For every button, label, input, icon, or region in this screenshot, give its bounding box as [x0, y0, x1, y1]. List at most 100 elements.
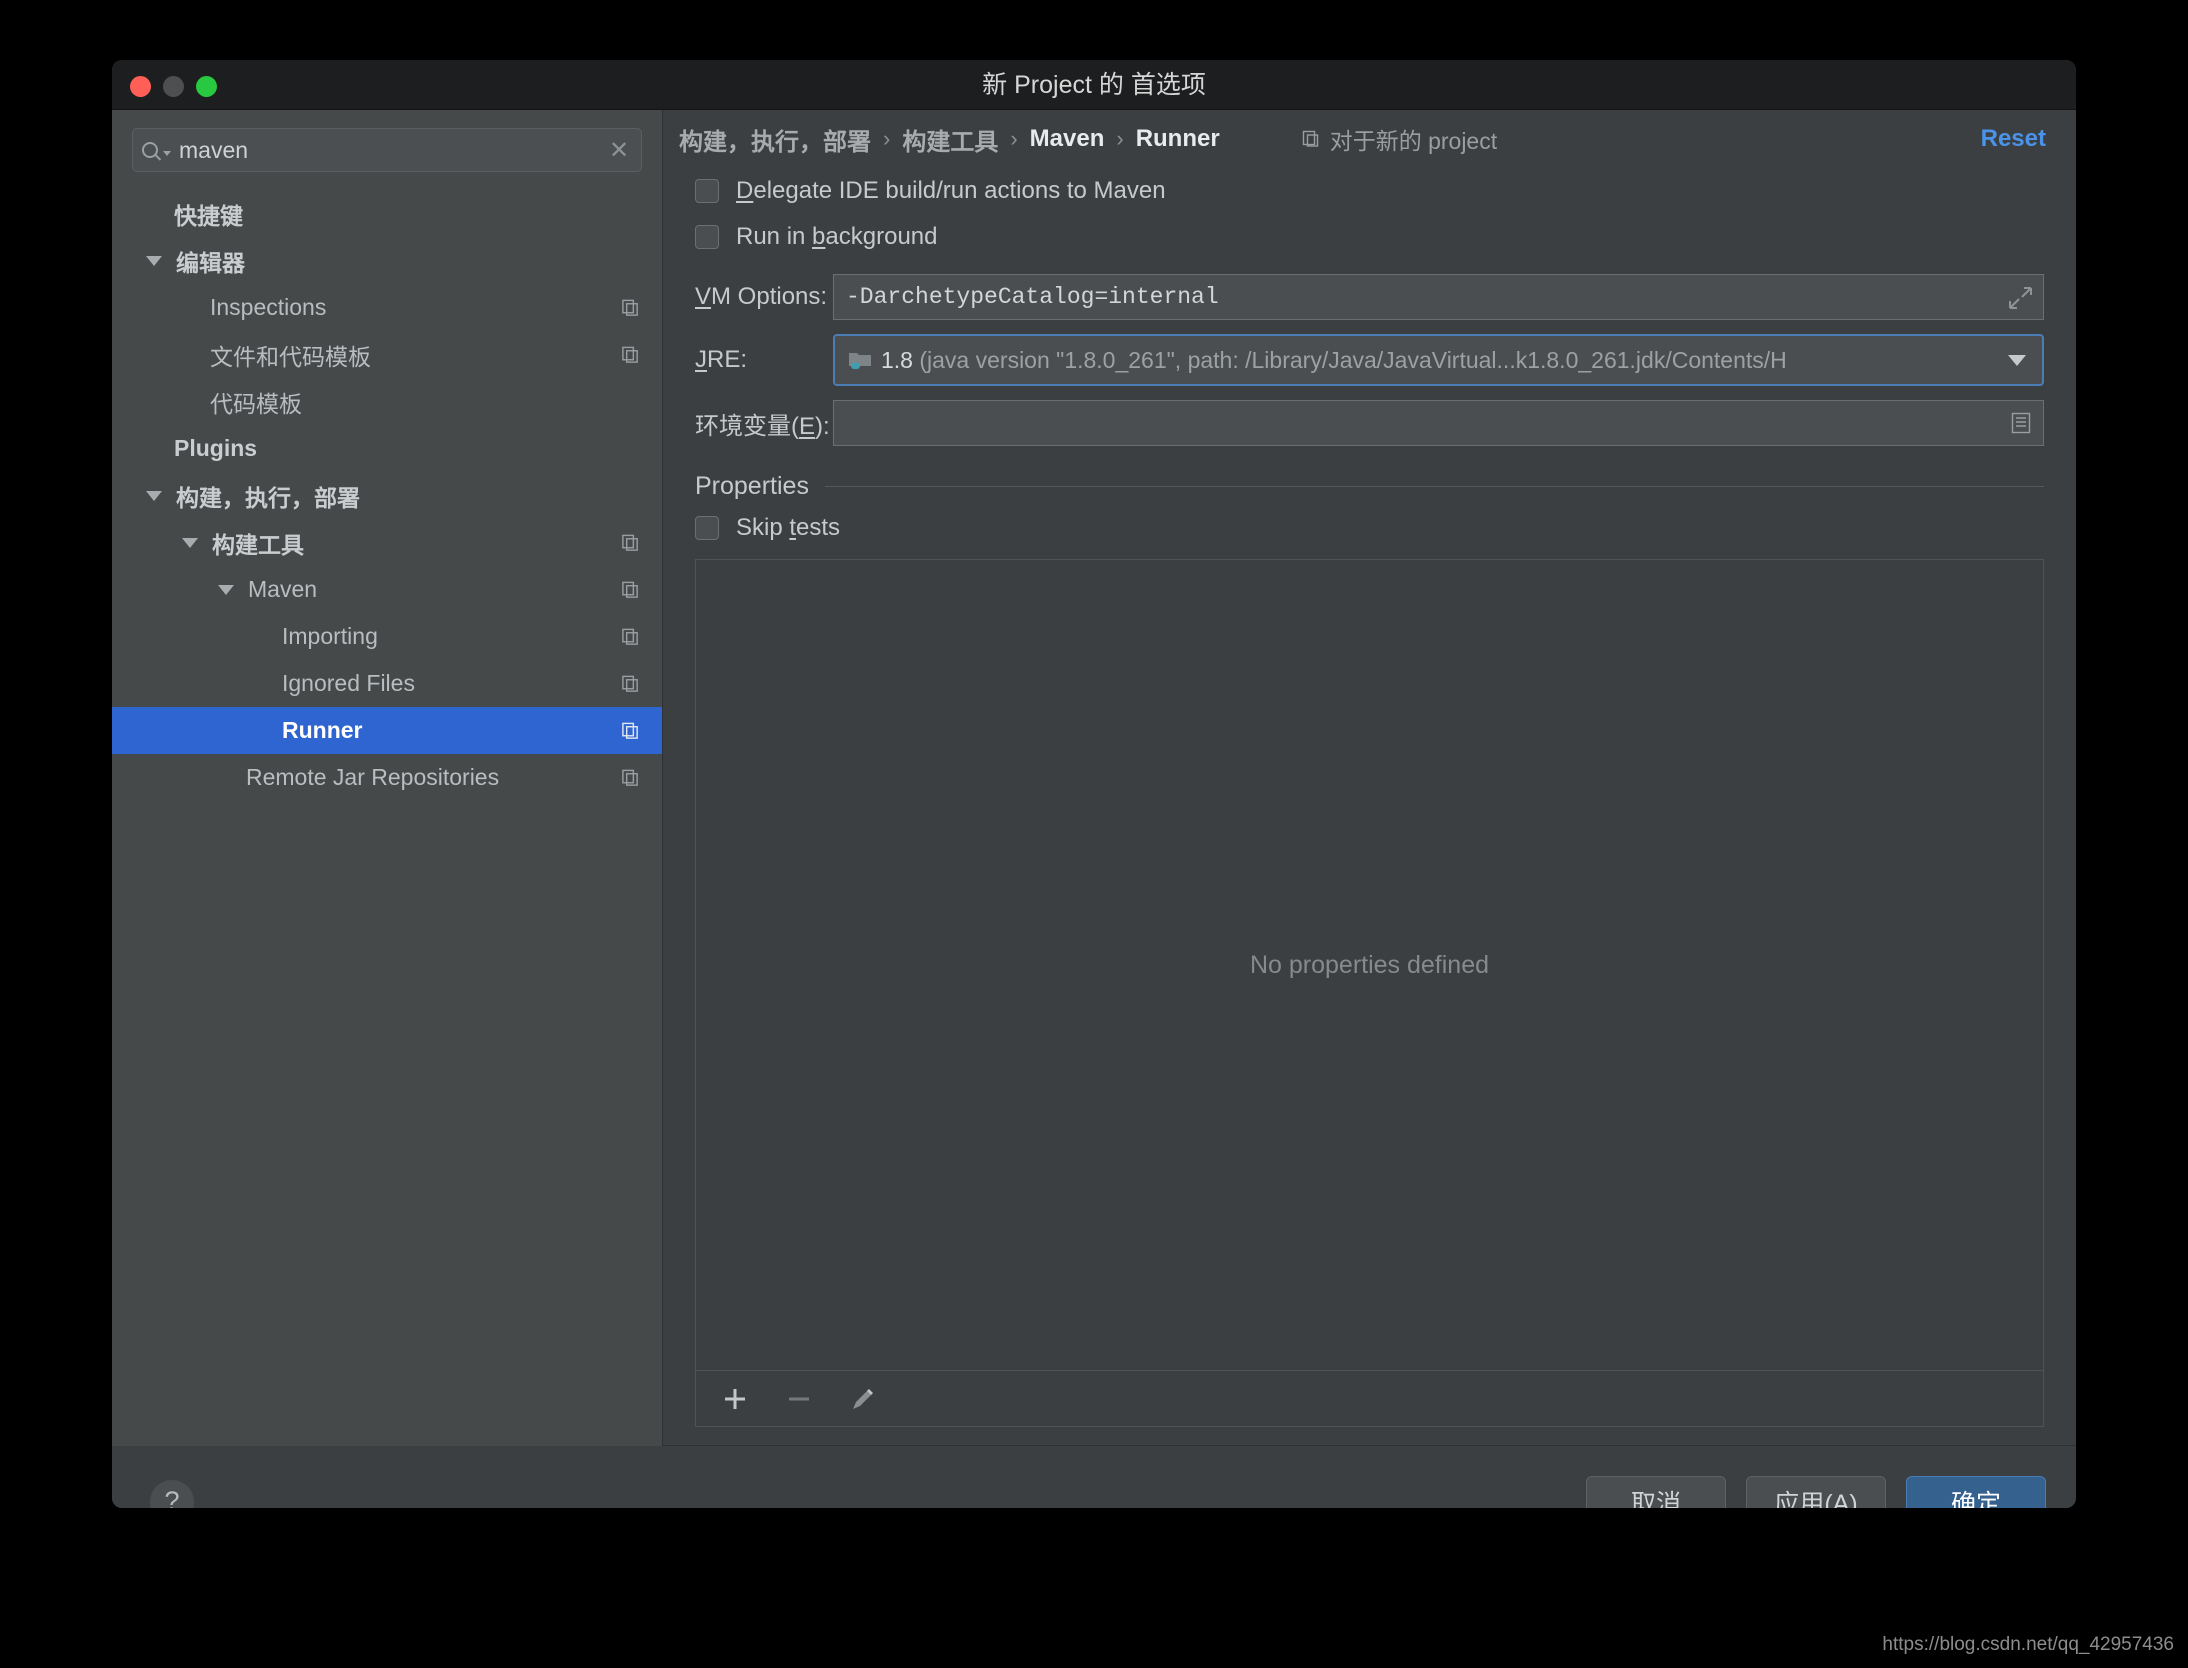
sidebar-item-label: Ignored Files	[282, 670, 415, 696]
properties-table: No properties defined	[695, 559, 2044, 1427]
list-icon[interactable]	[2009, 411, 2033, 435]
chevron-down-icon[interactable]	[146, 255, 162, 266]
sidebar-item-1[interactable]: 编辑器	[112, 237, 662, 284]
sidebar-item-2[interactable]: Inspections	[112, 284, 662, 331]
delegate-checkbox[interactable]	[695, 179, 719, 203]
dialog-body: maven ✕ 快捷键编辑器 Inspections 文件和代码模板 代码模板 Plug…	[112, 110, 2076, 1446]
delegate-checkbox-row[interactable]: Delegate IDE build/run actions to Maven	[695, 168, 2044, 214]
sidebar-item-label: Remote Jar Repositories	[246, 764, 500, 790]
add-property-button[interactable]	[718, 1382, 752, 1416]
expand-icon[interactable]	[2007, 285, 2033, 311]
properties-section-header: Properties	[695, 472, 2044, 501]
settings-content: Delegate IDE build/run actions to Maven …	[663, 168, 2076, 1445]
window-title: 新 Project 的 首选项	[982, 71, 1206, 99]
mnemonic-d: D	[736, 177, 754, 204]
sidebar-item-9[interactable]: Importing	[112, 613, 662, 660]
edit-property-button[interactable]	[846, 1382, 880, 1416]
sidebar-item-label: Importing	[282, 623, 378, 649]
title-bar: 新 Project 的 首选项	[112, 60, 2076, 110]
env-vars-row: 环境变量(E):	[695, 400, 2044, 446]
chevron-down-icon[interactable]	[146, 490, 162, 501]
copy-icon[interactable]	[621, 533, 640, 552]
jre-path: (java version "1.8.0_261", path: /Librar…	[919, 346, 1787, 373]
sidebar-item-10[interactable]: Ignored Files	[112, 660, 662, 707]
search-icon[interactable]	[133, 142, 179, 158]
search-input[interactable]: maven	[179, 137, 597, 164]
mnemonic-j: J	[695, 346, 707, 373]
settings-sidebar: maven ✕ 快捷键编辑器 Inspections 文件和代码模板 代码模板 Plug…	[112, 110, 663, 1446]
copy-icon	[1302, 130, 1318, 147]
vm-options-row: VM Options: -DarchetypeCatalog=internal	[695, 274, 2044, 320]
breadcrumb-item-0[interactable]: 构建，执行，部署	[673, 122, 877, 157]
search-container: maven ✕	[112, 110, 662, 182]
search-box[interactable]: maven ✕	[132, 128, 642, 172]
sidebar-item-6[interactable]: 构建，执行，部署	[112, 472, 662, 519]
sidebar-item-label: 编辑器	[176, 249, 245, 276]
delegate-checkbox-label: Delegate IDE build/run actions to Maven	[736, 177, 1166, 204]
ok-button[interactable]: 确定	[1906, 1475, 2046, 1508]
plus-icon	[725, 1388, 745, 1409]
copy-icon[interactable]	[621, 580, 640, 599]
breadcrumb-item-2[interactable]: Maven	[1024, 125, 1111, 153]
copy-icon[interactable]	[621, 721, 640, 740]
jre-row: JRE: 1.8 (java version "1.8.0_261", path…	[695, 334, 2044, 386]
jre-dropdown[interactable]: 1.8 (java version "1.8.0_261", path: /Li…	[833, 334, 2044, 386]
dialog-actions: 取消 应用(A) 确定	[1586, 1475, 2046, 1508]
settings-main-panel: 构建，执行，部署 › 构建工具 › Maven › Runner 对于新的 pr…	[663, 110, 2076, 1446]
copy-icon[interactable]	[621, 674, 640, 693]
env-vars-label: 环境变量(E):	[695, 412, 830, 440]
minus-icon	[789, 1397, 809, 1400]
scope-indicator: 对于新的 project	[1301, 122, 1497, 156]
run-in-background-label: Run in background	[736, 223, 938, 250]
reset-link[interactable]: Reset	[1981, 125, 2046, 153]
breadcrumb-separator: ›	[883, 126, 891, 151]
jre-label: JRE:	[695, 346, 748, 373]
sidebar-item-3[interactable]: 文件和代码模板	[112, 331, 662, 378]
remove-property-button[interactable]	[782, 1382, 816, 1416]
sidebar-item-label: 快捷键	[174, 202, 243, 229]
sidebar-item-8[interactable]: Maven	[112, 566, 662, 613]
breadcrumb-item-1[interactable]: 构建工具	[896, 122, 1004, 157]
sidebar-item-label: 代码模板	[210, 390, 302, 417]
env-vars-input[interactable]	[833, 400, 2044, 446]
chevron-down-icon[interactable]	[2008, 354, 2026, 366]
watermark: https://blog.csdn.net/qq_42957436	[1882, 1634, 2174, 1655]
cancel-button[interactable]: 取消	[1586, 1475, 1726, 1508]
sidebar-item-0[interactable]: 快捷键	[112, 190, 662, 237]
preferences-dialog: 新 Project 的 首选项 maven ✕ 快捷键编辑器 Inspection…	[112, 60, 2076, 1508]
breadcrumb-separator: ›	[1010, 126, 1018, 151]
copy-icon[interactable]	[621, 768, 640, 787]
apply-button[interactable]: 应用(A)	[1746, 1475, 1886, 1508]
vm-options-input[interactable]: -DarchetypeCatalog=internal	[833, 274, 2044, 320]
properties-empty-message: No properties defined	[1249, 950, 1490, 979]
sidebar-item-11[interactable]: Runner	[112, 707, 662, 754]
sidebar-item-7[interactable]: 构建工具	[112, 519, 662, 566]
sidebar-item-5[interactable]: Plugins	[112, 425, 662, 472]
sidebar-item-label: 文件和代码模板	[210, 343, 371, 370]
run-in-background-checkbox-row[interactable]: Run in background	[695, 214, 2044, 260]
mnemonic-b: b	[812, 223, 826, 250]
skip-tests-checkbox[interactable]	[695, 516, 719, 540]
sidebar-item-12[interactable]: Remote Jar Repositories	[112, 754, 662, 801]
sidebar-item-label: Inspections	[210, 294, 327, 320]
copy-icon[interactable]	[621, 345, 640, 364]
vm-options-label: VM Options:	[695, 283, 828, 310]
mnemonic-e: E	[799, 412, 816, 440]
breadcrumb-item-3[interactable]: Runner	[1130, 125, 1226, 153]
sidebar-item-4[interactable]: 代码模板	[112, 378, 662, 425]
sidebar-item-label: Maven	[248, 576, 318, 602]
chevron-down-icon[interactable]	[218, 584, 234, 595]
chevron-down-icon[interactable]	[182, 537, 198, 548]
breadcrumb: 构建，执行，部署 › 构建工具 › Maven › Runner 对于新的 pr…	[663, 110, 2076, 168]
copy-icon[interactable]	[621, 298, 640, 317]
run-in-background-checkbox[interactable]	[695, 225, 719, 249]
java-folder-icon	[849, 353, 871, 369]
clear-icon[interactable]: ✕	[597, 136, 641, 165]
copy-icon[interactable]	[621, 627, 640, 646]
jre-version: 1.8	[881, 346, 913, 373]
breadcrumb-separator: ›	[1116, 126, 1124, 151]
properties-toolbar	[696, 1370, 2043, 1426]
sidebar-item-label: 构建，执行，部署	[176, 484, 360, 511]
skip-tests-checkbox-row[interactable]: Skip tests	[695, 505, 2044, 551]
help-button[interactable]: ?	[150, 1479, 194, 1508]
